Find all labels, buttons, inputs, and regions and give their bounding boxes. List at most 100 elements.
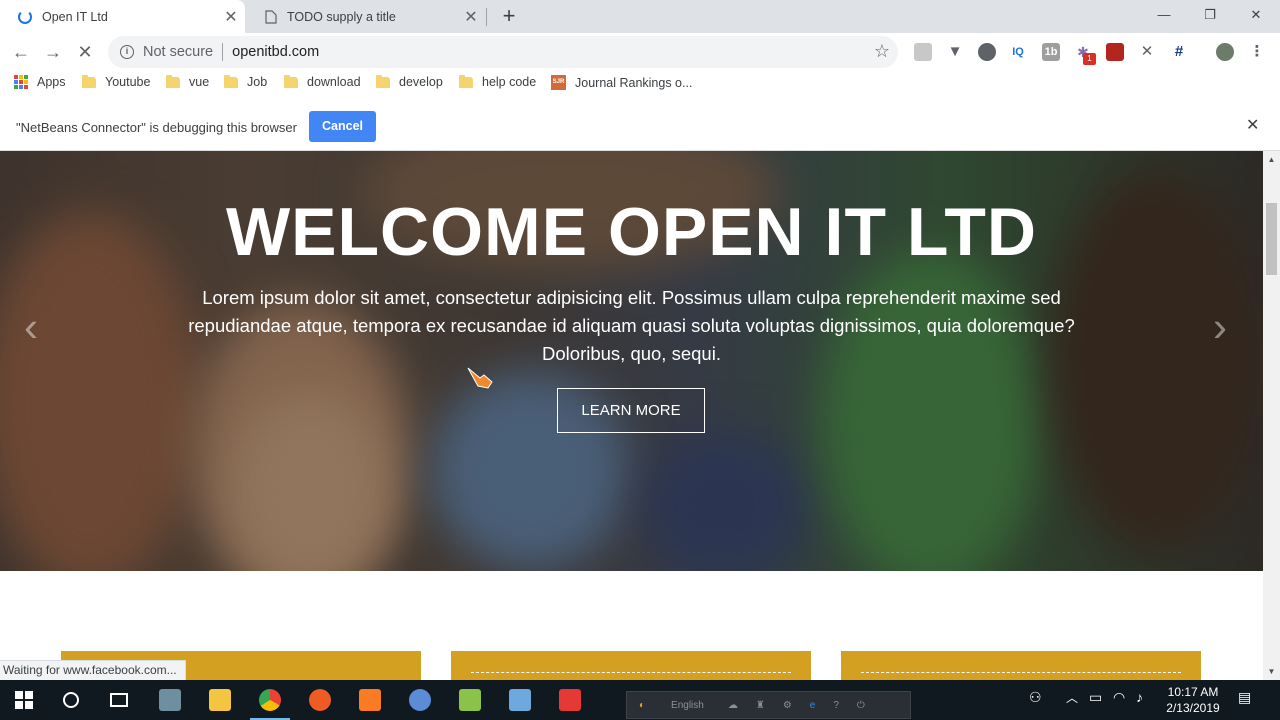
profile-avatar[interactable] bbox=[1216, 43, 1234, 61]
taskbar-postman[interactable] bbox=[296, 680, 344, 720]
bookmark-label: download bbox=[307, 75, 361, 89]
tab-close-icon[interactable]: ✕ bbox=[217, 7, 245, 27]
bookmark-star-icon[interactable]: ☆ bbox=[874, 41, 890, 62]
cross-tools-icon[interactable]: ✕ bbox=[1138, 43, 1156, 61]
tab-todo[interactable]: TODO supply a title ✕ bbox=[247, 0, 485, 33]
taskbar-xampp[interactable] bbox=[346, 680, 394, 720]
page-scrollbar[interactable]: ▲ ▼ bbox=[1263, 151, 1280, 680]
tab-close-icon[interactable]: ✕ bbox=[457, 7, 485, 27]
bookmark-youtube[interactable]: Youtube bbox=[82, 74, 150, 89]
bookmark-job[interactable]: Job bbox=[224, 74, 268, 89]
debugging-infobar: "NetBeans Connector" is debugging this b… bbox=[0, 97, 1280, 151]
close-window-button[interactable]: ✕ bbox=[1233, 0, 1279, 30]
settings-icon[interactable]: ⚙ bbox=[783, 700, 792, 711]
tab-separator bbox=[486, 8, 487, 26]
paint-icon bbox=[409, 689, 431, 711]
carousel-next-icon[interactable]: › bbox=[1213, 303, 1227, 351]
url-text[interactable]: openitbd.com bbox=[232, 44, 319, 60]
cloud-icon: ☁ bbox=[727, 699, 738, 711]
volume-icon[interactable]: ♪ bbox=[1136, 689, 1143, 705]
infobar-close-icon[interactable]: ✕ bbox=[1246, 115, 1259, 135]
taskbar-paint[interactable] bbox=[396, 680, 444, 720]
bookmark-label: vue bbox=[189, 75, 210, 89]
battery-icon[interactable]: ▭ bbox=[1089, 689, 1102, 706]
cancel-button[interactable]: Cancel bbox=[309, 111, 376, 142]
card-border bbox=[861, 672, 1181, 680]
loading-spinner-icon bbox=[18, 9, 32, 24]
taskbar-chrome[interactable] bbox=[246, 680, 294, 720]
app-stack-icon bbox=[159, 689, 181, 711]
code-editor-icon bbox=[559, 689, 581, 711]
forward-button[interactable]: → bbox=[40, 39, 66, 65]
circle-extension-icon[interactable] bbox=[978, 43, 996, 61]
minimize-button[interactable]: — bbox=[1141, 0, 1187, 30]
folder-icon bbox=[376, 74, 390, 88]
crop-extension-icon[interactable]: # bbox=[1170, 43, 1188, 61]
vue-devtools-icon[interactable]: ▼ bbox=[946, 43, 964, 61]
hexagon-extension-icon[interactable] bbox=[914, 43, 932, 61]
folder-icon bbox=[284, 74, 298, 88]
bookmark-apps[interactable]: Apps bbox=[14, 75, 66, 89]
new-tab-button[interactable]: + bbox=[498, 5, 520, 27]
pdf-extension-icon[interactable] bbox=[1106, 43, 1124, 61]
info-icon[interactable]: i bbox=[120, 45, 134, 59]
feature-card bbox=[841, 651, 1201, 680]
start-button[interactable] bbox=[0, 680, 48, 720]
back-button[interactable]: ← bbox=[8, 39, 34, 65]
notifications-icon[interactable]: ▤ bbox=[1238, 689, 1251, 706]
xampp-icon bbox=[359, 689, 381, 711]
tab-open-it-ltd[interactable]: Open IT Ltd ✕ bbox=[0, 0, 245, 33]
scroll-up-icon[interactable]: ▲ bbox=[1263, 151, 1280, 168]
show-hidden-icons-chevron-icon[interactable]: ︿ bbox=[1066, 689, 1078, 706]
bookmark-develop[interactable]: develop bbox=[376, 74, 443, 89]
url-separator bbox=[222, 43, 224, 61]
bookmark-label: Apps bbox=[37, 75, 66, 89]
hero-carousel: WELCOME OPEN IT LTD Lorem ipsum dolor si… bbox=[0, 151, 1263, 571]
search-button[interactable] bbox=[47, 680, 95, 720]
scroll-down-icon[interactable]: ▼ bbox=[1263, 663, 1280, 680]
hand-cursor-icon bbox=[467, 367, 493, 389]
task-view-button[interactable] bbox=[95, 680, 143, 720]
menu-kebab-icon[interactable]: ⋮ bbox=[1248, 43, 1266, 61]
iq-extension-icon[interactable]: IQ bbox=[1009, 43, 1027, 61]
page-viewport: WELCOME OPEN IT LTD Lorem ipsum dolor si… bbox=[0, 151, 1263, 680]
help-icon[interactable]: ? bbox=[833, 700, 839, 711]
people-icon[interactable]: ⚇ bbox=[1029, 689, 1042, 706]
learn-more-button[interactable]: LEARN MORE bbox=[557, 388, 705, 433]
clock-time: 10:17 AM bbox=[1167, 685, 1219, 699]
bookmark-download[interactable]: download bbox=[284, 74, 361, 89]
wifi-icon[interactable]: ◠ bbox=[1113, 689, 1125, 706]
bookmark-label: Job bbox=[247, 75, 268, 89]
carousel-prev-icon[interactable]: ‹ bbox=[24, 303, 38, 351]
address-bar[interactable]: i Not secure openitbd.com ☆ bbox=[108, 36, 898, 68]
security-label[interactable]: Not secure bbox=[143, 44, 213, 60]
feature-card bbox=[451, 651, 811, 680]
taskbar-codeigniter[interactable] bbox=[546, 680, 594, 720]
language-bar[interactable]: ◐ English ☁ ♜ ⚙ e ? ⏻ bbox=[626, 691, 911, 719]
browser-toolbar: ← → ✕ i Not secure openitbd.com ☆ ▼ IQ 1… bbox=[0, 33, 1280, 71]
system-clock[interactable]: 10:17 AM 2/13/2019 bbox=[1160, 684, 1226, 716]
clock-date: 2/13/2019 bbox=[1166, 701, 1220, 715]
status-bubble: Waiting for www.facebook.com... bbox=[0, 660, 186, 680]
language-label[interactable]: English bbox=[671, 700, 704, 711]
windows-logo-icon bbox=[15, 691, 33, 709]
page-icon bbox=[265, 9, 277, 24]
taskbar-virtualbox[interactable] bbox=[496, 680, 544, 720]
onebyte-extension-icon[interactable]: 1b bbox=[1042, 43, 1060, 61]
bookmark-vue[interactable]: vue bbox=[166, 74, 210, 89]
bookmarks-bar: Apps Youtube vue Job download develop he… bbox=[0, 71, 1280, 97]
power-icon[interactable]: ⏻ bbox=[857, 700, 865, 711]
bookmark-label: Journal Rankings o... bbox=[575, 75, 693, 90]
scroll-thumb[interactable] bbox=[1266, 203, 1277, 275]
bookmark-help-code[interactable]: help code bbox=[459, 74, 536, 89]
restore-button[interactable]: ❐ bbox=[1187, 0, 1233, 30]
taskbar-notepad-plus[interactable] bbox=[446, 680, 494, 720]
chrome-icon bbox=[259, 689, 281, 711]
taskbar-file-explorer[interactable] bbox=[196, 680, 244, 720]
bookmark-journal-rankings[interactable]: SJR Journal Rankings o... bbox=[551, 75, 692, 90]
postman-icon bbox=[309, 689, 331, 711]
hero-title: WELCOME OPEN IT LTD bbox=[225, 194, 1038, 270]
taskbar-app-explorer-stack[interactable] bbox=[146, 680, 194, 720]
extension-badge: 1 bbox=[1083, 53, 1096, 65]
stop-loading-button[interactable]: ✕ bbox=[72, 39, 98, 65]
